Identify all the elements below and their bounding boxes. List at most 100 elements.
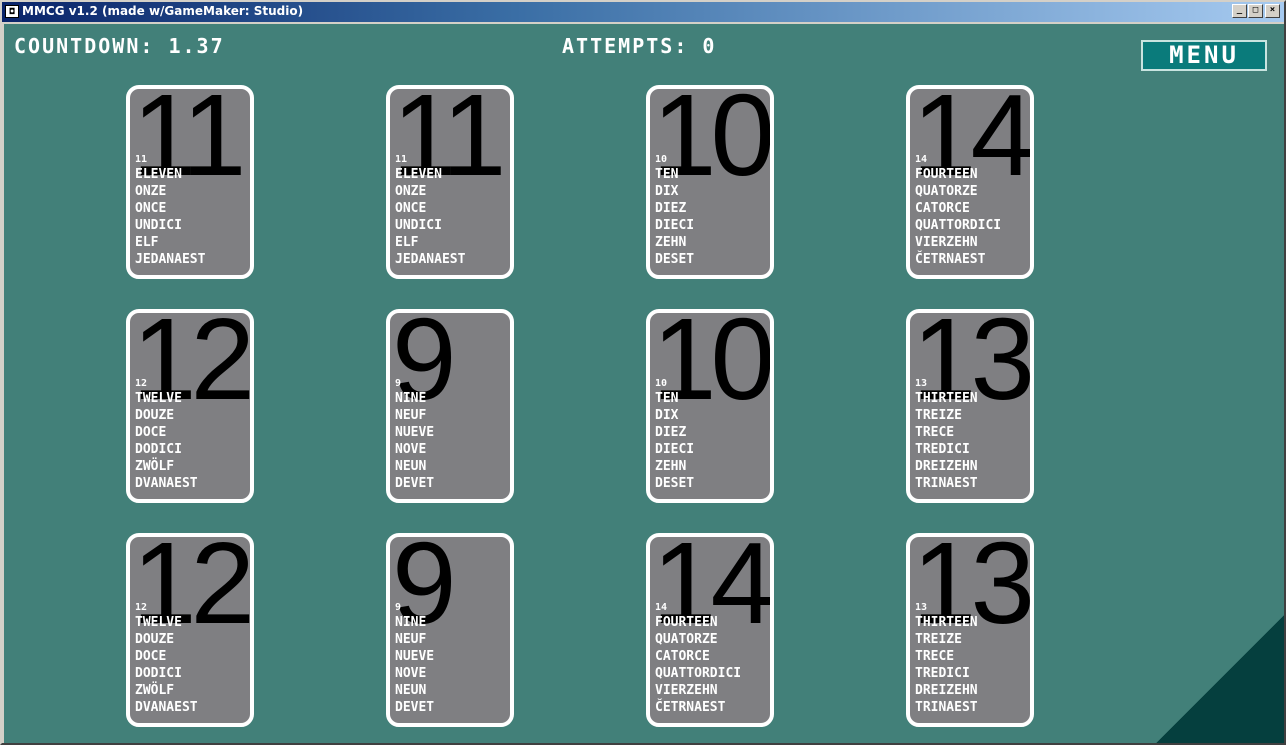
memory-card[interactable]: 14 14 FOURTEEN QUATORZE CATORCE QUATTORDICI VI…: [906, 85, 1034, 279]
memory-card[interactable]: 11 11 ELEVEN ONZE ONCE UNDICI ELF JEDANAEST: [386, 85, 514, 279]
memory-card[interactable]: 10 10 TEN DIX DIEZ DIECI ZEHN DESET: [646, 309, 774, 503]
card-word: DOCE: [135, 649, 167, 664]
card-word-list: 13 THIRTEEN TREIZE TRECE TREDICI DREIZEHN TRIN…: [915, 601, 978, 716]
card-word: ELF: [135, 235, 159, 250]
card-word: UNDICI: [395, 218, 442, 233]
card-word: ONZE: [395, 184, 427, 199]
memory-card[interactable]: 9 9 NINE NEUF NUEVE NOVE NEUN DEVET: [386, 533, 514, 727]
card-word: ELEVEN: [395, 167, 442, 182]
card-word-list: 14 FOURTEEN QUATORZE CATORCE QUATTORDICI VIER…: [655, 601, 741, 716]
card-word: DIEZ: [655, 425, 687, 440]
card-word: VIERZEHN: [915, 235, 978, 250]
game-area: COUNTDOWN: 1.37 ATTEMPTS: 0 MENU 11 11 ELE…: [4, 24, 1284, 743]
card-word: ZWÖLF: [135, 459, 175, 474]
card-word-list: 12 TWELVE DOUZE DOCE DODICI ZWÖLF DVANAEST: [135, 377, 198, 492]
card-word: THIRTEEN: [915, 615, 978, 630]
card-word: QUATORZE: [655, 632, 718, 647]
card-word: NEUN: [395, 459, 427, 474]
card-small-number: 11: [135, 154, 148, 165]
card-word: DESET: [655, 252, 695, 267]
card-small-number: 14: [655, 602, 668, 613]
card-word: ONCE: [135, 201, 167, 216]
card-word: JEDANAEST: [395, 252, 466, 267]
memory-card[interactable]: 10 10 TEN DIX DIEZ DIECI ZEHN DESET: [646, 85, 774, 279]
card-word: ČETRNAEST: [655, 700, 726, 715]
card-word: TEN: [655, 167, 679, 182]
card-word: TWELVE: [135, 391, 182, 406]
card-word-list: 11 ELEVEN ONZE ONCE UNDICI ELF JEDANAEST: [135, 153, 205, 268]
card-word: TRINAEST: [915, 476, 978, 491]
card-word: CATORCE: [915, 201, 970, 216]
card-word: ONZE: [135, 184, 167, 199]
window-title: MMCG v1.2 (made w/GameMaker: Studio): [22, 4, 304, 18]
menu-button[interactable]: MENU: [1141, 40, 1267, 71]
card-word-list: 11 ELEVEN ONZE ONCE UNDICI ELF JEDANAEST: [395, 153, 465, 268]
app-window: ◘ MMCG v1.2 (made w/GameMaker: Studio) _…: [0, 0, 1286, 745]
card-word: DREIZEHN: [915, 683, 978, 698]
memory-card[interactable]: 14 14 FOURTEEN QUATORZE CATORCE QUATTORDICI VI…: [646, 533, 774, 727]
card-small-number: 9: [395, 602, 402, 613]
close-button[interactable]: ×: [1265, 4, 1280, 18]
card-small-number: 14: [915, 154, 928, 165]
card-small-number: 11: [395, 154, 408, 165]
card-word: DESET: [655, 476, 695, 491]
card-word: NINE: [395, 391, 427, 406]
card-word: DVANAEST: [135, 476, 198, 491]
card-small-number: 12: [135, 602, 148, 613]
card-word: NEUF: [395, 632, 427, 647]
card-word: NINE: [395, 615, 427, 630]
card-word: DIECI: [655, 442, 695, 457]
card-word: NOVE: [395, 666, 427, 681]
memory-card[interactable]: 11 11 ELEVEN ONZE ONCE UNDICI ELF JEDANAEST: [126, 85, 254, 279]
maximize-button[interactable]: □: [1248, 4, 1263, 18]
card-word: TREDICI: [915, 666, 970, 681]
card-word: DOCE: [135, 425, 167, 440]
card-word: TRECE: [915, 649, 955, 664]
card-word: DOUZE: [135, 408, 175, 423]
card-word: DEVET: [395, 700, 435, 715]
card-word: THIRTEEN: [915, 391, 978, 406]
attempts-label: ATTEMPTS: 0: [562, 34, 717, 58]
countdown-label: COUNTDOWN: 1.37: [14, 34, 225, 58]
card-word: ČETRNAEST: [915, 252, 986, 267]
card-word: NEUN: [395, 683, 427, 698]
card-word: JEDANAEST: [135, 252, 206, 267]
card-word: TRINAEST: [915, 700, 978, 715]
card-small-number: 13: [915, 602, 928, 613]
card-word-list: 12 TWELVE DOUZE DOCE DODICI ZWÖLF DVANAEST: [135, 601, 198, 716]
card-word: DIECI: [655, 218, 695, 233]
title-bar[interactable]: ◘ MMCG v1.2 (made w/GameMaker: Studio) _…: [2, 2, 1284, 22]
app-icon: ◘: [5, 5, 19, 18]
card-word: ELEVEN: [135, 167, 182, 182]
card-word-list: 14 FOURTEEN QUATORZE CATORCE QUATTORDICI VIER…: [915, 153, 1001, 268]
card-word: ZEHN: [655, 459, 687, 474]
card-word-list: 10 TEN DIX DIEZ DIECI ZEHN DESET: [655, 377, 694, 492]
memory-card[interactable]: 12 12 TWELVE DOUZE DOCE DODICI ZWÖLF DVANAEST: [126, 533, 254, 727]
card-word: FOURTEEN: [915, 167, 978, 182]
card-word: CATORCE: [655, 649, 710, 664]
card-word: DIX: [655, 408, 679, 423]
card-small-number: 10: [655, 154, 668, 165]
window-controls: _ □ ×: [1231, 4, 1280, 18]
card-word: DODICI: [135, 666, 182, 681]
card-word: DIEZ: [655, 201, 687, 216]
memory-card[interactable]: 13 13 THIRTEEN TREIZE TRECE TREDICI DREIZEHN TR…: [906, 533, 1034, 727]
card-word: TREIZE: [915, 632, 962, 647]
card-word: NUEVE: [395, 649, 435, 664]
card-word: DODICI: [135, 442, 182, 457]
minimize-button[interactable]: _: [1232, 4, 1247, 18]
card-word: VIERZEHN: [655, 683, 718, 698]
card-word: DEVET: [395, 476, 435, 491]
memory-card[interactable]: 13 13 THIRTEEN TREIZE TRECE TREDICI DREIZEHN TR…: [906, 309, 1034, 503]
card-word: TREDICI: [915, 442, 970, 457]
memory-card[interactable]: 9 9 NINE NEUF NUEVE NOVE NEUN DEVET: [386, 309, 514, 503]
card-word: QUATTORDICI: [655, 666, 742, 681]
card-word-list: 10 TEN DIX DIEZ DIECI ZEHN DESET: [655, 153, 694, 268]
card-word-list: 13 THIRTEEN TREIZE TRECE TREDICI DREIZEHN TRIN…: [915, 377, 978, 492]
card-word: NEUF: [395, 408, 427, 423]
card-word: TEN: [655, 391, 679, 406]
card-word: DVANAEST: [135, 700, 198, 715]
memory-card[interactable]: 12 12 TWELVE DOUZE DOCE DODICI ZWÖLF DVANAEST: [126, 309, 254, 503]
card-word: ZEHN: [655, 235, 687, 250]
card-word-list: 9 NINE NEUF NUEVE NOVE NEUN DEVET: [395, 601, 434, 716]
